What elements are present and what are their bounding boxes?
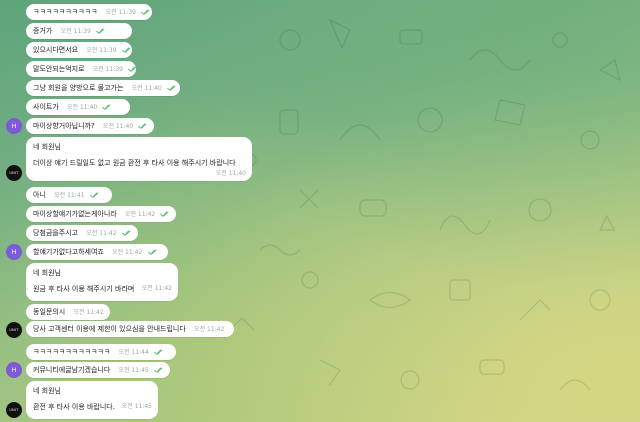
message-text: 있으시다면서요 xyxy=(33,46,79,54)
message-time: 오전 11:42 xyxy=(112,249,143,256)
read-checkmark-icon xyxy=(96,28,105,34)
message-text: 말도안되는억지로 xyxy=(33,65,85,73)
avatar-initial: H xyxy=(11,122,17,130)
user-avatar[interactable]: H xyxy=(6,362,22,378)
message-time: 오전 11:39 xyxy=(86,47,117,54)
read-checkmark-icon xyxy=(102,104,112,110)
message-bubble: 할얘기가없다고하세여죠 오전 11:42 xyxy=(26,244,168,260)
message-time: 오전 11:39 xyxy=(60,28,91,35)
message-text: 동일문의시 xyxy=(33,308,66,316)
message-time: 오전 11:40 xyxy=(215,170,246,177)
message-time: 오전 11:41 xyxy=(54,192,85,199)
message-bubble: 당첨금을주시고 오전 11:42 xyxy=(26,225,138,241)
message-bubble: 네 회원님 더이상 얘기 드릴일도 없고 원금 환전 후 타사 이용 해주시기 … xyxy=(26,137,252,181)
message-bubble: 있으시다면서요 오전 11:39 xyxy=(26,42,132,58)
read-checkmark-icon xyxy=(89,192,99,198)
read-checkmark-icon xyxy=(121,230,131,236)
message-text: 커뮤니티에글남기겠습니다 xyxy=(33,366,111,374)
message-bubble: 네 회원님 환전 후 타사 이용 바랍니다. 오전 11:45 xyxy=(26,381,158,419)
message-text: 더이상 얘기 드릴일도 없고 원금 환전 후 타사 이용 해주시기 바랍니다 xyxy=(33,159,236,167)
read-checkmark-icon xyxy=(128,66,137,72)
message-text: 마이상향거아닙니까? xyxy=(33,122,95,130)
message-bubble: 마이상향거아닙니까? 오전 11:40 xyxy=(26,118,154,134)
message-time: 오전 11:40 xyxy=(67,104,98,111)
message-time: 오전 11:39 xyxy=(105,9,136,16)
avatar-initial: H xyxy=(11,366,17,374)
message-time: 오전 11:42 xyxy=(73,309,104,316)
chat-message-list[interactable]: ㅋㅋㅋㅋㅋㅋㅋㅋㅋㅋ 오전 11:39 증거가 오전 11:39 있으시다면서요… xyxy=(0,0,640,422)
message-time: 오전 11:42 xyxy=(194,326,225,333)
message-bubble: 증거가 오전 11:39 xyxy=(26,23,132,39)
operator-avatar[interactable]: UNIT xyxy=(6,402,22,418)
read-checkmark-icon xyxy=(167,85,176,91)
message-bubble: ㅋㅋㅋㅋㅋㅋㅋㅋㅋㅋ 오전 11:39 xyxy=(26,4,152,20)
read-checkmark-icon xyxy=(147,249,157,255)
read-checkmark-icon xyxy=(154,349,163,355)
message-bubble: 그냥 회원을 양방으로 몰고가는 오전 11:40 xyxy=(26,80,180,96)
message-text: 네 회원님 xyxy=(33,269,61,277)
message-text: 네 회원님 xyxy=(33,143,61,151)
operator-avatar[interactable]: UNIT xyxy=(6,322,22,338)
avatar-initial: H xyxy=(11,248,17,256)
message-text: ㅋㅋㅋㅋㅋㅋㅋㅋㅋㅋㅋㅋ xyxy=(33,348,111,356)
message-text: 사이트가 xyxy=(33,103,59,111)
message-text: 아니 xyxy=(33,191,46,199)
message-text: 그냥 회원을 양방으로 몰고가는 xyxy=(33,84,124,92)
message-time: 오전 11:40 xyxy=(131,85,162,92)
message-time: 오전 11:39 xyxy=(92,66,124,73)
message-bubble: 당사 고객센터 이용에 제한이 있으심을 안내드립니다 오전 11:42 xyxy=(26,321,234,337)
message-text: 네 회원님 xyxy=(33,387,61,395)
message-text: 할얘기가없다고하세여죠 xyxy=(33,248,104,256)
read-checkmark-icon xyxy=(160,211,170,217)
message-time: 오전 11:45 xyxy=(118,367,149,374)
message-time: 오전 11:40 xyxy=(102,123,134,130)
message-bubble: 아니 오전 11:41 xyxy=(26,187,112,203)
message-bubble: 동일문의시 오전 11:42 xyxy=(26,304,110,320)
user-avatar[interactable]: H xyxy=(6,244,22,260)
read-checkmark-icon xyxy=(138,123,147,129)
read-checkmark-icon xyxy=(154,367,163,373)
message-bubble: 네 회원님 원금 후 타사 이용 해주시기 바라며 오전 11:42 xyxy=(26,263,178,301)
message-time: 오전 11:44 xyxy=(118,349,149,356)
operator-avatar[interactable]: UNIT xyxy=(6,165,22,181)
message-text: ㅋㅋㅋㅋㅋㅋㅋㅋㅋㅋ xyxy=(33,8,98,16)
message-bubble: ㅋㅋㅋㅋㅋㅋㅋㅋㅋㅋㅋㅋ 오전 11:44 xyxy=(26,344,176,360)
avatar-logo-text: UNIT xyxy=(9,408,19,412)
user-avatar[interactable]: H xyxy=(6,118,22,134)
read-checkmark-icon xyxy=(121,47,131,53)
message-text: 증거가 xyxy=(33,27,53,35)
message-bubble: 커뮤니티에글남기겠습니다 오전 11:45 xyxy=(26,362,170,378)
avatar-logo-text: UNIT xyxy=(9,328,19,332)
message-text: 당첨금을주시고 xyxy=(33,229,79,237)
message-text: 당사 고객센터 이용에 제한이 있으심을 안내드립니다 xyxy=(33,325,186,333)
avatar-logo-text: UNIT xyxy=(9,171,19,175)
message-bubble: 말도안되는억지로 오전 11:39 xyxy=(26,61,137,77)
read-checkmark-icon xyxy=(141,9,150,15)
message-text: 마이상할얘기가없는게아니라 xyxy=(33,210,117,218)
message-time: 오전 11:42 xyxy=(124,211,156,218)
message-time: 오전 11:42 xyxy=(86,230,117,237)
message-bubble: 사이트가 오전 11:40 xyxy=(26,99,130,115)
message-bubble: 마이상할얘기가없는게아니라 오전 11:42 xyxy=(26,206,176,222)
